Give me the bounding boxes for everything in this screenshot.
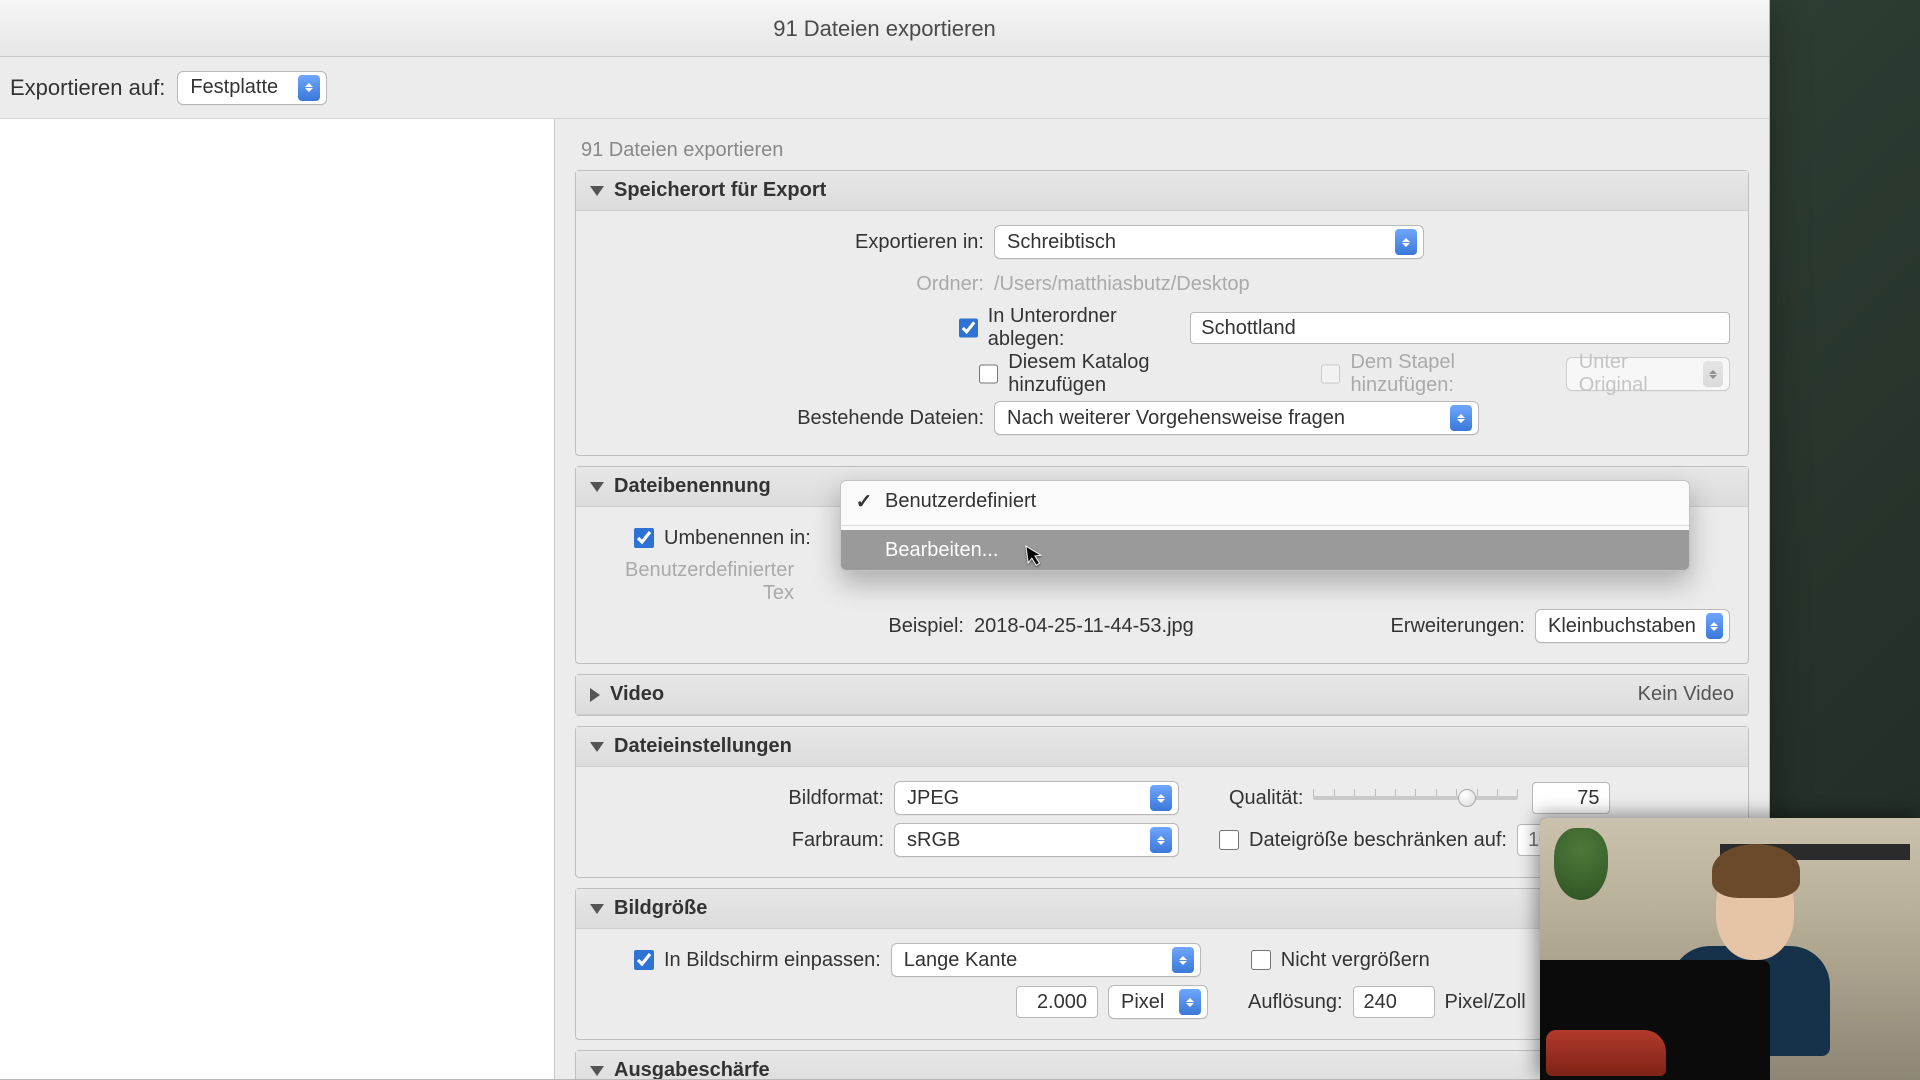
- export-to-label: Exportieren auf:: [10, 75, 165, 101]
- no-enlarge-checkbox[interactable]: [1251, 950, 1271, 970]
- add-stack-value: Unter Original: [1579, 351, 1693, 397]
- export-in-label: Exportieren in:: [594, 231, 984, 254]
- existing-files-select[interactable]: Nach weiterer Vorgehensweise fragen: [994, 401, 1479, 435]
- no-enlarge-label: Nicht vergrößern: [1281, 949, 1430, 972]
- video-note: Kein Video: [1638, 683, 1734, 706]
- panel-title: Video: [610, 683, 664, 706]
- updown-icon: [1172, 947, 1194, 973]
- panel-title: Speicherort für Export: [614, 179, 826, 202]
- extension-value: Kleinbuchstaben: [1548, 615, 1696, 638]
- panel-head-filesettings[interactable]: Dateieinstellungen: [576, 727, 1748, 767]
- sub-header: 91 Dateien exportieren: [581, 139, 1749, 162]
- add-stack-checkbox: [1321, 364, 1340, 384]
- subfolder-input[interactable]: [1190, 312, 1730, 344]
- dimension-unit-select[interactable]: Pixel: [1108, 985, 1208, 1019]
- updown-icon: [1395, 229, 1417, 255]
- example-label: Beispiel:: [594, 615, 964, 638]
- colorspace-select[interactable]: sRGB: [894, 823, 1179, 857]
- updown-icon: [1150, 827, 1172, 853]
- disclosure-triangle-icon: [590, 742, 604, 752]
- resolution-unit: Pixel/Zoll: [1445, 991, 1526, 1014]
- fit-value: Lange Kante: [904, 949, 1017, 972]
- popup-separator: [841, 525, 1689, 526]
- disclosure-triangle-icon: [590, 1066, 604, 1076]
- popup-item-custom[interactable]: ✓ Benutzerdefiniert: [841, 481, 1689, 521]
- quality-slider[interactable]: [1313, 785, 1518, 811]
- extension-label: Erweiterungen:: [1390, 615, 1525, 638]
- panel-head-video[interactable]: Video Kein Video: [576, 675, 1748, 715]
- fit-label: In Bildschirm einpassen:: [664, 949, 881, 972]
- panel-export-location: Speicherort für Export Exportieren in: S…: [575, 170, 1749, 456]
- resolution-label: Auflösung:: [1248, 991, 1343, 1014]
- window-title: 91 Dateien exportieren: [0, 0, 1769, 57]
- dimension-input[interactable]: [1016, 986, 1098, 1018]
- colorspace-label: Farbraum:: [594, 829, 884, 852]
- folder-label: Ordner:: [594, 273, 984, 296]
- panel-video: Video Kein Video: [575, 674, 1749, 716]
- panel-title: Bildgröße: [614, 897, 707, 920]
- export-in-select[interactable]: Schreibtisch: [994, 225, 1424, 259]
- popup-item-label: Benutzerdefiniert: [885, 490, 1036, 513]
- export-to-value: Festplatte: [190, 76, 278, 99]
- quality-label: Qualität:: [1229, 787, 1303, 810]
- updown-icon: [1703, 361, 1723, 387]
- quality-input[interactable]: [1532, 782, 1610, 814]
- add-stack-select: Unter Original: [1566, 357, 1730, 391]
- resolution-input[interactable]: [1353, 986, 1435, 1018]
- slider-thumb-icon[interactable]: [1458, 789, 1476, 807]
- folder-path: /Users/matthiasbutz/Desktop: [994, 273, 1250, 296]
- panel-title: Ausgabeschärfe: [614, 1059, 770, 1079]
- subfolder-label: In Unterordner ablegen:: [988, 305, 1181, 351]
- disclosure-triangle-icon: [590, 904, 604, 914]
- add-catalog-checkbox[interactable]: [979, 364, 998, 384]
- existing-files-value: Nach weiterer Vorgehensweise fragen: [1007, 407, 1345, 430]
- updown-icon: [1179, 989, 1201, 1015]
- example-value: 2018-04-25-11-44-53.jpg: [974, 615, 1194, 638]
- export-to-select[interactable]: Festplatte: [177, 71, 327, 105]
- panel-head-location[interactable]: Speicherort für Export: [576, 171, 1748, 211]
- add-catalog-label: Diesem Katalog hinzufügen: [1008, 351, 1243, 397]
- export-toolbar: Exportieren auf: Festplatte: [0, 57, 1769, 119]
- fit-select[interactable]: Lange Kante: [891, 943, 1201, 977]
- popup-item-edit[interactable]: Bearbeiten...: [841, 530, 1689, 570]
- colorspace-value: sRGB: [907, 829, 960, 852]
- updown-icon: [298, 75, 320, 101]
- panel-title: Dateieinstellungen: [614, 735, 792, 758]
- popup-item-label: Bearbeiten...: [885, 539, 998, 562]
- rename-label: Umbenennen in:: [664, 527, 811, 550]
- disclosure-triangle-icon: [590, 186, 604, 196]
- subfolder-checkbox[interactable]: [959, 318, 977, 338]
- rename-template-popup[interactable]: ✓ Benutzerdefiniert Bearbeiten...: [840, 480, 1690, 571]
- extension-select[interactable]: Kleinbuchstaben: [1535, 609, 1730, 643]
- rename-checkbox[interactable]: [634, 528, 654, 548]
- limit-size-checkbox[interactable]: [1219, 830, 1239, 850]
- export-in-value: Schreibtisch: [1007, 231, 1116, 254]
- custom-text-label: Benutzerdefinierter Tex: [594, 559, 794, 605]
- fit-checkbox[interactable]: [634, 950, 654, 970]
- disclosure-triangle-icon: [590, 482, 604, 492]
- disclosure-triangle-icon: [590, 688, 600, 702]
- add-stack-label: Dem Stapel hinzufügen:: [1350, 351, 1555, 397]
- dimension-unit-value: Pixel: [1121, 991, 1164, 1014]
- checkmark-icon: ✓: [855, 489, 873, 514]
- existing-label: Bestehende Dateien:: [594, 407, 984, 430]
- updown-icon: [1450, 405, 1472, 431]
- updown-icon: [1706, 613, 1723, 639]
- limit-size-label: Dateigröße beschränken auf:: [1249, 829, 1507, 852]
- panel-title: Dateibenennung: [614, 475, 771, 498]
- format-select[interactable]: JPEG: [894, 781, 1179, 815]
- format-label: Bildformat:: [594, 787, 884, 810]
- webcam-overlay: [1540, 818, 1920, 1080]
- format-value: JPEG: [907, 787, 959, 810]
- updown-icon: [1150, 785, 1172, 811]
- preset-sidebar[interactable]: [0, 119, 555, 1079]
